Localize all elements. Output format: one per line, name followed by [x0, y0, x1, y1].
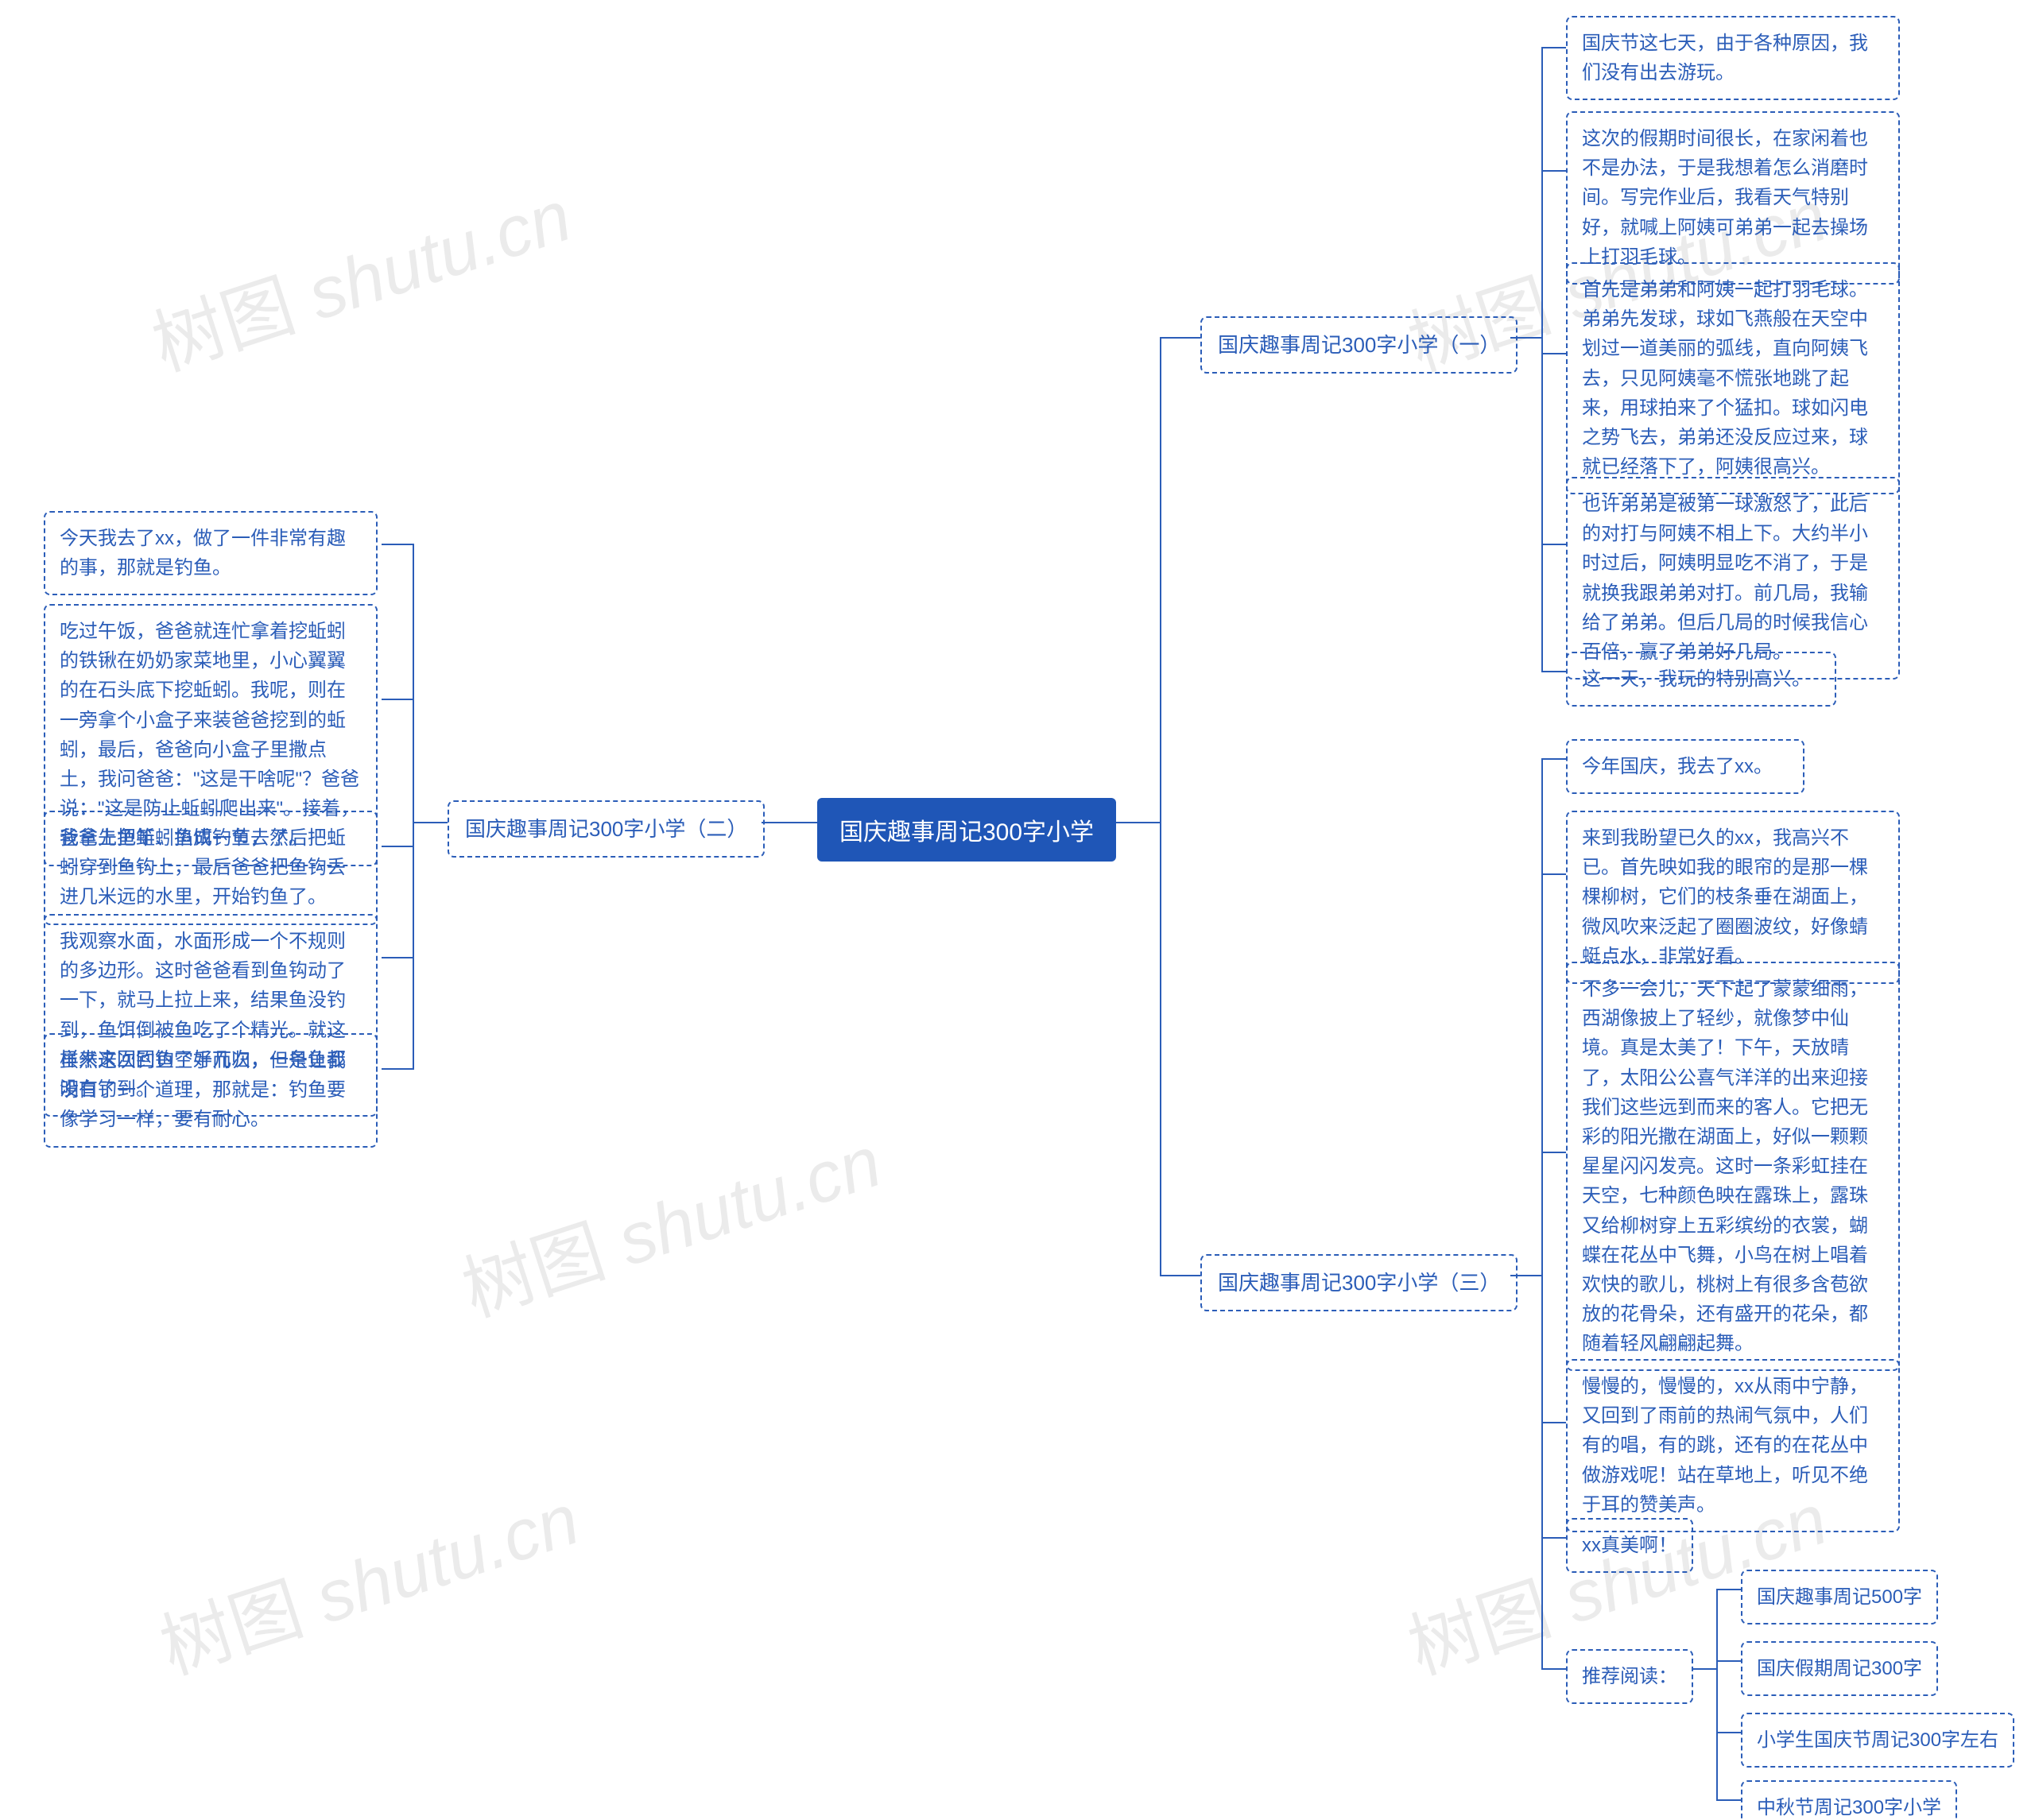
watermark: 树图 shutu.cn [448, 1104, 892, 1336]
branch-one-para-1[interactable]: 这次的假期时间很长，在家闲着也不是办法，于是我想着怎么消磨时间。写完作业后，我看… [1566, 111, 1900, 285]
recommend-item-0[interactable]: 国庆趣事周记500字 [1741, 1570, 1938, 1624]
branch-two-para-0[interactable]: 今天我去了xx，做了一件非常有趣的事，那就是钓鱼。 [44, 511, 378, 595]
node-text: 爸爸先把蚯蚓掐成一节，然后把蚯蚓穿到鱼钩上，最后爸爸把鱼钩丢进几米远的水里，开始… [60, 827, 346, 908]
recommend-label: 推荐阅读： [1582, 1666, 1677, 1687]
branch-one[interactable]: 国庆趣事周记300字小学（一） [1200, 316, 1518, 374]
branch-two[interactable]: 国庆趣事周记300字小学（二） [448, 800, 765, 858]
branch-three-para-3[interactable]: 慢慢的，慢慢的，xx从雨中宁静，又回到了雨前的热闹气氛中，人们有的唱，有的跳，还… [1566, 1359, 1900, 1532]
node-text: 不多一会儿，天下起了蒙蒙细雨，西湖像披上了轻纱，就像梦中仙境。真是太美了！下午，… [1582, 978, 1868, 1354]
recommend-node[interactable]: 推荐阅读： [1566, 1649, 1693, 1704]
branch-three[interactable]: 国庆趣事周记300字小学（三） [1200, 1254, 1518, 1311]
branch-three-label: 国庆趣事周记300字小学（三） [1218, 1271, 1500, 1295]
node-text: 也许弟弟是被第一球激怒了，此后的对打与阿姨不相上下。大约半小时过后，阿姨明显吃不… [1582, 494, 1868, 663]
node-text: 这次的假期时间很长，在家闲着也不是办法，于是我想着怎么消磨时间。写完作业后，我看… [1582, 128, 1868, 268]
node-text: 首先是弟弟和阿姨一起打羽毛球。弟弟先发球，球如飞燕般在天空中划过一道美丽的弧线，… [1582, 279, 1868, 478]
branch-two-para-4[interactable]: 虽然这次钓鱼空手而归，但是让我明白了一个道理，那就是：钓鱼要像学习一样，要有耐心… [44, 1033, 378, 1148]
recommend-item-3[interactable]: 中秋节周记300字小学 [1741, 1780, 1957, 1820]
node-text: 国庆节这七天，由于各种原因，我们没有出去游玩。 [1582, 33, 1868, 83]
node-text: xx真美啊！ [1582, 1535, 1677, 1556]
recommend-item-1[interactable]: 国庆假期周记300字 [1741, 1641, 1938, 1696]
node-text: 慢慢的，慢慢的，xx从雨中宁静，又回到了雨前的热闹气氛中，人们有的唱，有的跳，还… [1582, 1376, 1868, 1516]
node-text: 这一天，我玩的特别高兴。 [1582, 668, 1811, 690]
root-title: 国庆趣事周记300字小学 [839, 819, 1094, 846]
branch-one-label: 国庆趣事周记300字小学（一） [1218, 333, 1500, 357]
node-text: 虽然这次钓鱼空手而归，但是让我明白了一个道理，那就是：钓鱼要像学习一样，要有耐心… [60, 1050, 346, 1130]
branch-two-para-2[interactable]: 爸爸先把蚯蚓掐成一节，然后把蚯蚓穿到鱼钩上，最后爸爸把鱼钩丢进几米远的水里，开始… [44, 811, 378, 925]
node-text: 今天我去了xx，做了一件非常有趣的事，那就是钓鱼。 [60, 528, 346, 579]
branch-one-para-2[interactable]: 首先是弟弟和阿姨一起打羽毛球。弟弟先发球，球如飞燕般在天空中划过一道美丽的弧线，… [1566, 262, 1900, 494]
branch-three-para-2[interactable]: 不多一会儿，天下起了蒙蒙细雨，西湖像披上了轻纱，就像梦中仙境。真是太美了！下午，… [1566, 962, 1900, 1371]
branch-three-para-1[interactable]: 来到我盼望已久的xx，我高兴不已。首先映如我的眼帘的是那一棵棵柳树，它们的枝条垂… [1566, 811, 1900, 984]
root-node[interactable]: 国庆趣事周记300字小学 [817, 798, 1116, 862]
branch-three-para-0[interactable]: 今年国庆，我去了xx。 [1566, 739, 1804, 794]
recommend-item-2[interactable]: 小学生国庆节周记300字左右 [1741, 1713, 2014, 1768]
watermark: 树图 shutu.cn [138, 158, 582, 390]
node-text: 小学生国庆节周记300字左右 [1757, 1729, 1998, 1751]
mindmap-canvas: 树图 shutu.cn 树图 shutu.cn 树图 shutu.cn 树图 s… [0, 0, 2035, 1820]
branch-one-para-4[interactable]: 这一天，我玩的特别高兴。 [1566, 652, 1836, 707]
node-text: 中秋节周记300字小学 [1757, 1797, 1941, 1818]
watermark: 树图 shutu.cn [145, 1462, 590, 1694]
branch-one-para-0[interactable]: 国庆节这七天，由于各种原因，我们没有出去游玩。 [1566, 16, 1900, 100]
branch-two-label: 国庆趣事周记300字小学（二） [465, 817, 747, 841]
node-text: 来到我盼望已久的xx，我高兴不已。首先映如我的眼帘的是那一棵棵柳树，它们的枝条垂… [1582, 827, 1868, 967]
node-text: 国庆假期周记300字 [1757, 1658, 1922, 1679]
branch-one-para-3[interactable]: 也许弟弟是被第一球激怒了，此后的对打与阿姨不相上下。大约半小时过后，阿姨明显吃不… [1566, 477, 1900, 680]
node-text: 今年国庆，我去了xx。 [1582, 756, 1773, 777]
node-text: 国庆趣事周记500字 [1757, 1586, 1922, 1608]
branch-three-para-4[interactable]: xx真美啊！ [1566, 1518, 1693, 1573]
